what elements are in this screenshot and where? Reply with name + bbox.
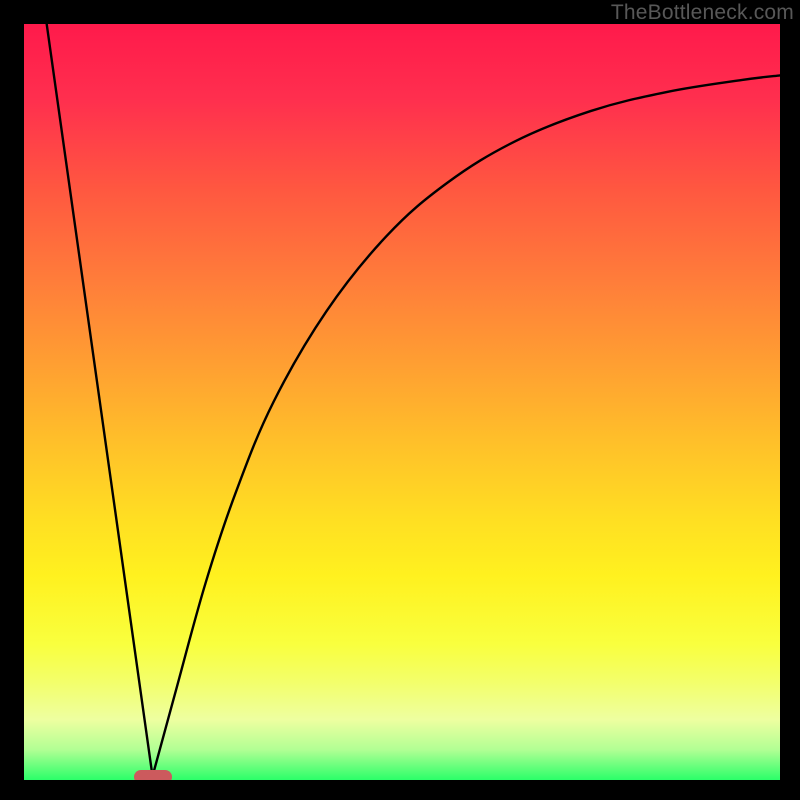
chart-frame: TheBottleneck.com	[0, 0, 800, 800]
curve-layer	[24, 24, 780, 780]
left-v-line	[47, 24, 153, 776]
right-saturating-curve	[153, 75, 780, 776]
bottleneck-marker	[134, 770, 172, 780]
attribution-text: TheBottleneck.com	[611, 1, 794, 25]
plot-area	[24, 24, 780, 780]
